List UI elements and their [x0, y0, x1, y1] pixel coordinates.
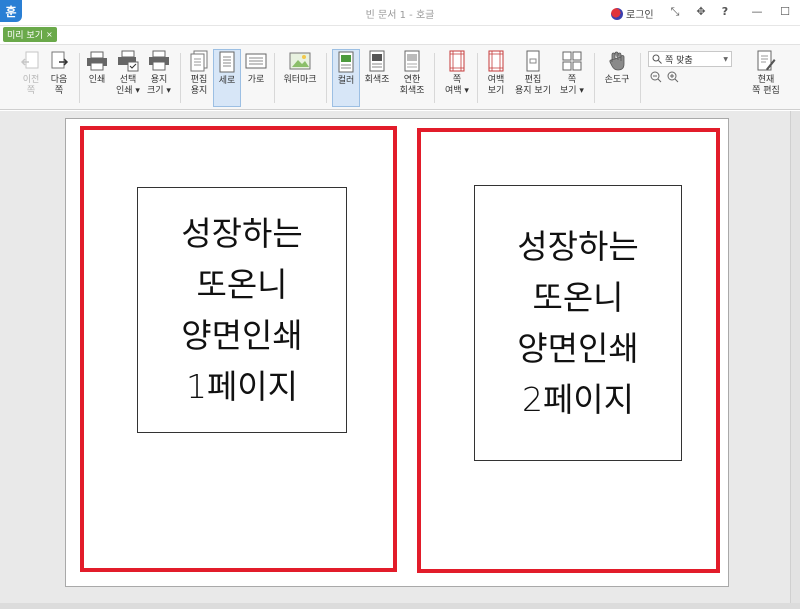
login-label: 로그인	[626, 10, 654, 21]
paper-size-label: 용지 크기 ▾	[147, 75, 171, 96]
zoom-in-icon	[667, 71, 679, 83]
separator	[477, 53, 478, 103]
watermark-button[interactable]: 워터마크	[280, 49, 320, 107]
margin-view-button[interactable]: 여백 보기	[483, 49, 509, 107]
account-icon	[611, 7, 623, 20]
page-2-line-3: 양면인쇄	[517, 329, 639, 368]
zoom-in-button[interactable]	[667, 71, 679, 86]
prev-page-button[interactable]: 이전 쪽	[18, 49, 44, 107]
page-1-line-1: 성장하는	[181, 214, 303, 253]
edit-paper-view-label: 편집 용지 보기	[515, 75, 551, 96]
login-button[interactable]: 로그인	[611, 6, 654, 21]
page-edit-icon	[755, 49, 777, 73]
light-grayscale-icon	[401, 49, 423, 73]
grayscale-button[interactable]: 회색조	[362, 49, 392, 107]
prev-page-label: 이전 쪽	[22, 75, 40, 96]
select-print-icon	[117, 49, 139, 73]
light-grayscale-button[interactable]: 연한 회색조	[396, 49, 428, 107]
current-page-edit-label: 현재 쪽 편집	[752, 75, 780, 96]
search-icon	[652, 54, 662, 64]
zoom-select[interactable]: 쪽 맞춤 ▼	[648, 51, 732, 67]
portrait-label: 세로	[218, 76, 236, 86]
light-grayscale-label: 연한 회색조	[399, 75, 425, 96]
edit-paper-label: 편집 용지	[190, 75, 208, 96]
page-1-line-4: 1페이지	[185, 367, 299, 406]
select-print-button[interactable]: 선택 인쇄 ▾	[114, 49, 142, 107]
paper-size-icon	[148, 49, 170, 73]
margin-view-label: 여백 보기	[487, 75, 505, 96]
page-1-content: 성장하는 또온니 양면인쇄 1페이지	[137, 187, 347, 433]
print-button[interactable]: 인쇄	[84, 49, 110, 107]
page-margin-icon	[446, 49, 468, 73]
next-page-button[interactable]: 다음 쪽	[46, 49, 72, 107]
page-view-icon	[561, 49, 583, 73]
page-margin-button[interactable]: 쪽 여백 ▾	[442, 49, 472, 107]
separator	[640, 53, 641, 103]
color-label: 컬러	[337, 76, 355, 86]
landscape-page-icon	[245, 49, 267, 73]
portrait-page-icon	[216, 50, 238, 74]
zoom-value: 쪽 맞춤	[665, 55, 693, 66]
grayscale-label: 회색조	[364, 75, 390, 85]
next-page-icon	[48, 49, 70, 73]
hand-icon	[606, 49, 628, 73]
horizontal-scrollbar[interactable]	[0, 603, 800, 609]
watermark-icon	[289, 49, 311, 73]
separator	[434, 53, 435, 103]
separator	[180, 53, 181, 103]
tab-preview-label: 미리 보기	[7, 31, 43, 41]
page-margin-label: 쪽 여백 ▾	[445, 75, 469, 96]
help-icon[interactable]: ?	[718, 5, 732, 18]
page-2-line-1: 성장하는	[517, 227, 639, 266]
page-2-line-2: 또온니	[532, 278, 624, 317]
color-button[interactable]: 컬러	[332, 49, 360, 107]
paper-size-button[interactable]: 용지 크기 ▾	[145, 49, 173, 107]
tab-preview[interactable]: 미리 보기 ×	[3, 27, 57, 42]
separator	[326, 53, 327, 103]
move-icon[interactable]: ✥	[694, 5, 708, 18]
color-mode-icon	[335, 50, 357, 74]
fullscreen-icon[interactable]: ⤡	[668, 5, 682, 19]
printer-icon	[86, 49, 108, 73]
current-page-edit-button[interactable]: 현재 쪽 편집	[748, 49, 784, 107]
edit-paper-icon	[188, 49, 210, 73]
print-label: 인쇄	[88, 75, 106, 85]
tab-row: 미리 보기 ×	[0, 26, 800, 44]
select-print-label: 선택 인쇄 ▾	[116, 75, 140, 96]
margin-view-icon	[485, 49, 507, 73]
next-page-label: 다음 쪽	[50, 75, 68, 96]
page-1-line-2: 또온니	[196, 265, 288, 304]
prev-page-icon	[20, 49, 42, 73]
page-1-line-3: 양면인쇄	[181, 316, 303, 355]
zoom-out-button[interactable]	[650, 71, 662, 86]
separator	[79, 53, 80, 103]
tab-close-icon[interactable]: ×	[46, 30, 53, 39]
page-2-line-4: 2페이지	[521, 380, 635, 419]
vertical-scrollbar[interactable]	[790, 111, 800, 609]
zoom-out-icon	[650, 71, 662, 83]
edit-paper-view-icon	[522, 49, 544, 73]
hand-tool-button[interactable]: 손도구	[600, 49, 634, 107]
separator	[274, 53, 275, 103]
chevron-down-icon: ▼	[723, 55, 728, 63]
landscape-button[interactable]: 가로	[244, 49, 268, 107]
maximize-icon[interactable]: ☐	[778, 5, 792, 18]
page-view-button[interactable]: 쪽 보기 ▾	[557, 49, 587, 107]
portrait-button[interactable]: 세로	[213, 49, 241, 107]
edit-paper-button[interactable]: 편집 용지	[186, 49, 212, 107]
separator	[594, 53, 595, 103]
watermark-label: 워터마크	[283, 75, 317, 85]
landscape-label: 가로	[247, 75, 265, 85]
title-bar: 훈 빈 문서 1 - 호글 로그인 ⤡ ✥ ? — ☐	[0, 0, 800, 26]
page-view-label: 쪽 보기 ▾	[560, 75, 584, 96]
edit-paper-view-button[interactable]: 편집 용지 보기	[512, 49, 554, 107]
hand-tool-label: 손도구	[604, 75, 630, 85]
grayscale-icon	[366, 49, 388, 73]
minimize-icon[interactable]: —	[750, 5, 764, 18]
page-2-content: 성장하는 또온니 양면인쇄 2페이지	[474, 185, 682, 461]
